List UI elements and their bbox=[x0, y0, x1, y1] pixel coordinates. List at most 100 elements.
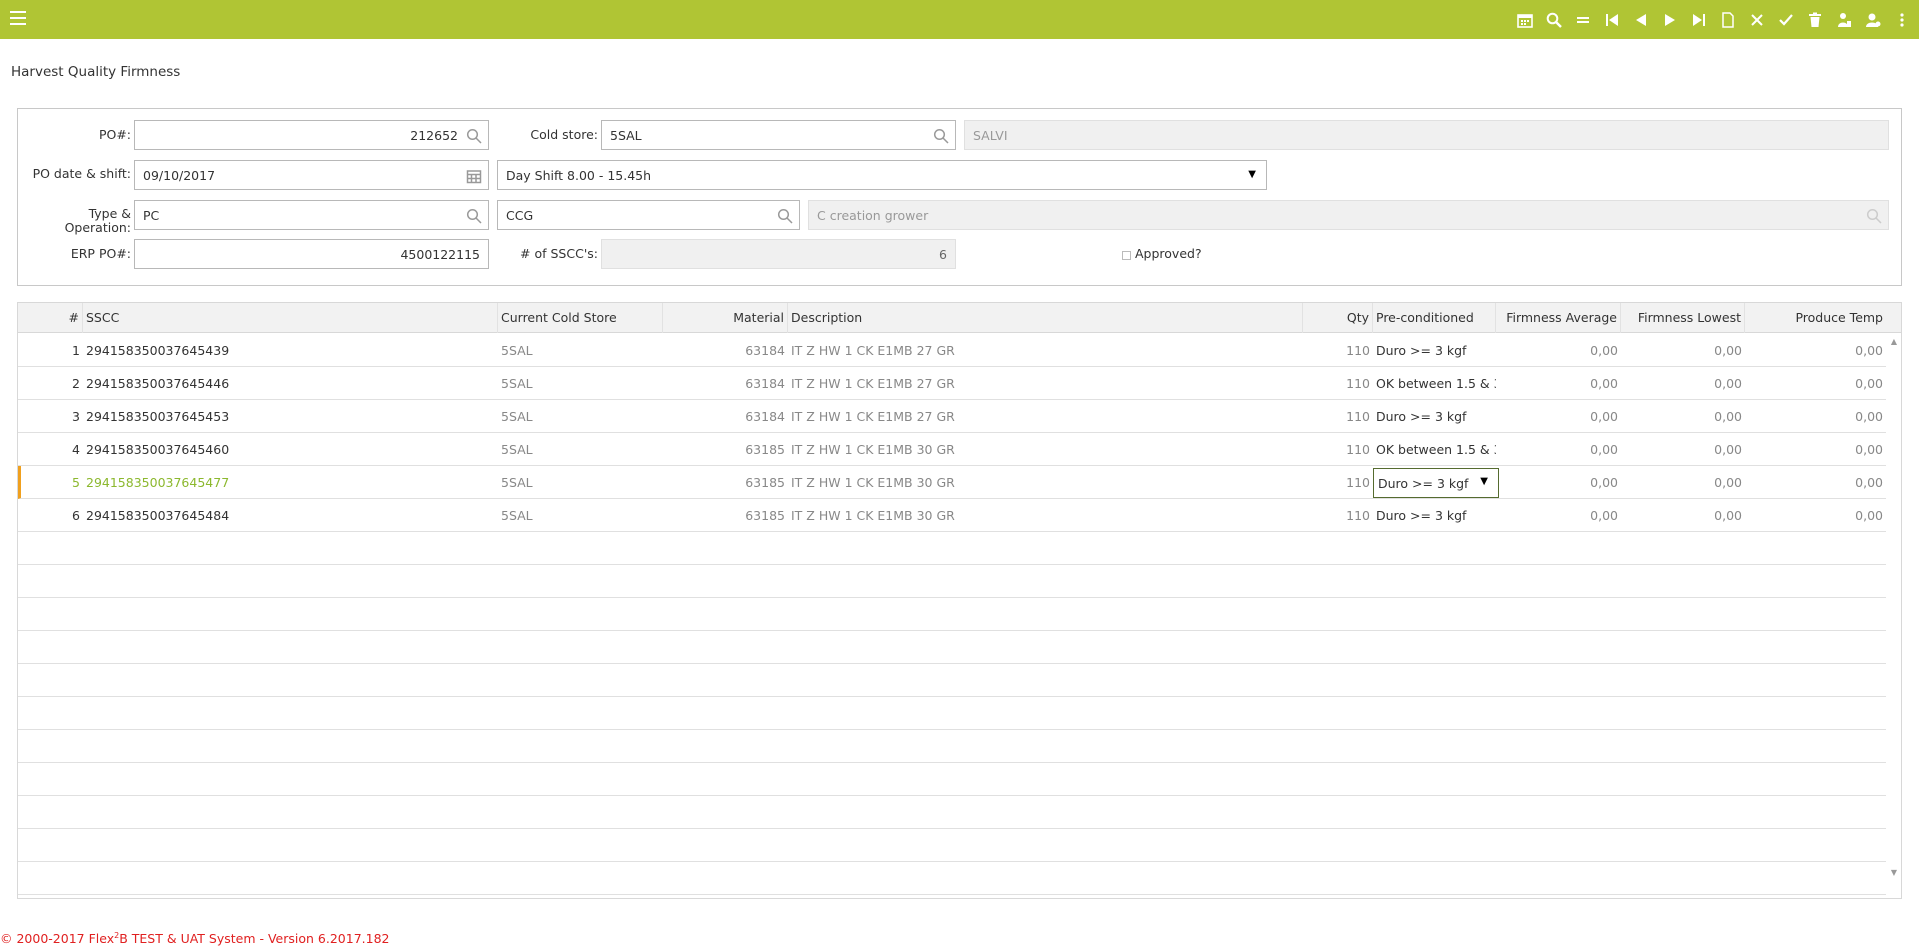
cell-sscc[interactable]: 294158350037645453 bbox=[83, 400, 498, 433]
cell-num[interactable]: 2 bbox=[18, 367, 83, 400]
cell-material[interactable]: 63185 bbox=[663, 466, 788, 499]
table-row[interactable]: 6 294158350037645484 5SAL 63185 IT Z HW 1 CK… bbox=[18, 499, 1886, 532]
cell-num[interactable]: 5 bbox=[18, 466, 83, 499]
cell-firmness-average[interactable]: 0,00 bbox=[1496, 466, 1621, 499]
cell-firmness-average[interactable]: 0,00 bbox=[1496, 499, 1621, 532]
next-record-icon[interactable] bbox=[1658, 8, 1681, 32]
cell-description[interactable]: IT Z HW 1 CK E1MB 27 GR bbox=[788, 367, 1303, 400]
cell-qty[interactable]: 110 bbox=[1303, 400, 1373, 433]
cell-sscc[interactable]: 294158350037645446 bbox=[83, 367, 498, 400]
calendar-icon[interactable] bbox=[466, 168, 482, 184]
col-header-preconditioned[interactable]: Pre-conditioned bbox=[1373, 303, 1496, 333]
cell-num[interactable]: 6 bbox=[18, 499, 83, 532]
erp-po-field[interactable]: 4500122115 bbox=[134, 239, 489, 269]
table-row[interactable]: 5 294158350037645477 5SAL 63185 IT Z HW 1 CK… bbox=[18, 466, 1886, 499]
cell-preconditioned[interactable]: Duro >= 3 kgf bbox=[1373, 499, 1496, 532]
col-header-firmness-average[interactable]: Firmness Average bbox=[1496, 303, 1621, 333]
cell-description[interactable]: IT Z HW 1 CK E1MB 27 GR bbox=[788, 334, 1303, 367]
approved-checkbox[interactable] bbox=[1122, 251, 1131, 260]
more-vertical-icon[interactable] bbox=[1890, 8, 1913, 32]
cell-firmness-lowest[interactable]: 0,00 bbox=[1621, 466, 1745, 499]
user-settings-icon[interactable] bbox=[1861, 8, 1884, 32]
col-header-cold-store[interactable]: Current Cold Store bbox=[498, 303, 663, 333]
cold-store-field[interactable]: 5SAL bbox=[601, 120, 956, 150]
cell-material[interactable]: 63185 bbox=[663, 433, 788, 466]
cell-sscc[interactable]: 294158350037645477 bbox=[83, 466, 498, 499]
cell-firmness-lowest[interactable]: 0,00 bbox=[1621, 433, 1745, 466]
cell-preconditioned[interactable]: OK between 1.5 & 3 bbox=[1373, 433, 1496, 466]
search-icon[interactable] bbox=[777, 208, 793, 224]
search-icon[interactable] bbox=[466, 208, 482, 224]
cell-cold-store[interactable]: 5SAL bbox=[498, 466, 663, 499]
cell-produce-temp[interactable]: 0,00 bbox=[1745, 433, 1886, 466]
cell-produce-temp[interactable]: 0,00 bbox=[1745, 367, 1886, 400]
cell-sscc[interactable]: 294158350037645460 bbox=[83, 433, 498, 466]
cell-cold-store[interactable]: 5SAL bbox=[498, 499, 663, 532]
cell-material[interactable]: 63184 bbox=[663, 367, 788, 400]
cell-material[interactable]: 63185 bbox=[663, 499, 788, 532]
shift-select[interactable]: Day Shift 8.00 - 15.45h ▼ bbox=[497, 160, 1267, 190]
col-header-description[interactable]: Description bbox=[788, 303, 1303, 333]
cell-qty[interactable]: 110 bbox=[1303, 334, 1373, 367]
col-header-produce-temp[interactable]: Produce Temp bbox=[1745, 303, 1901, 333]
table-row[interactable]: 3 294158350037645453 5SAL 63184 IT Z HW 1 CK… bbox=[18, 400, 1886, 433]
cell-firmness-lowest[interactable]: 0,00 bbox=[1621, 367, 1745, 400]
calendar-icon[interactable] bbox=[1513, 8, 1536, 32]
cell-sscc[interactable]: 294158350037645484 bbox=[83, 499, 498, 532]
col-header-material[interactable]: Material bbox=[663, 303, 788, 333]
cell-produce-temp[interactable]: 0,00 bbox=[1745, 499, 1886, 532]
po-date-field[interactable]: 09/10/2017 bbox=[134, 160, 489, 190]
cell-preconditioned[interactable]: Duro >= 3 kgf bbox=[1373, 334, 1496, 367]
cell-preconditioned[interactable]: OK between 1.5 & 3 bbox=[1373, 367, 1496, 400]
preconditioned-select[interactable]: Duro >= 3 kgf ▼ bbox=[1373, 468, 1499, 498]
last-record-icon[interactable] bbox=[1687, 8, 1710, 32]
cell-cold-store[interactable]: 5SAL bbox=[498, 433, 663, 466]
cell-description[interactable]: IT Z HW 1 CK E1MB 30 GR bbox=[788, 433, 1303, 466]
cell-qty[interactable]: 110 bbox=[1303, 466, 1373, 499]
cell-firmness-average[interactable]: 0,00 bbox=[1496, 334, 1621, 367]
cell-description[interactable]: IT Z HW 1 CK E1MB 27 GR bbox=[788, 400, 1303, 433]
col-header-firmness-lowest[interactable]: Firmness Lowest bbox=[1621, 303, 1745, 333]
cell-num[interactable]: 3 bbox=[18, 400, 83, 433]
cell-firmness-lowest[interactable]: 0,00 bbox=[1621, 400, 1745, 433]
col-header-sscc[interactable]: SSCC bbox=[83, 303, 498, 333]
cancel-icon[interactable] bbox=[1745, 8, 1768, 32]
cell-firmness-lowest[interactable]: 0,00 bbox=[1621, 499, 1745, 532]
cell-qty[interactable]: 110 bbox=[1303, 367, 1373, 400]
equals-icon[interactable] bbox=[1571, 8, 1594, 32]
previous-record-icon[interactable] bbox=[1629, 8, 1652, 32]
operation-field[interactable]: CCG bbox=[497, 200, 800, 230]
table-row[interactable]: 2 294158350037645446 5SAL 63184 IT Z HW 1 CK… bbox=[18, 367, 1886, 400]
cell-produce-temp[interactable]: 0,00 bbox=[1745, 334, 1886, 367]
cell-produce-temp[interactable]: 0,00 bbox=[1745, 400, 1886, 433]
cell-firmness-average[interactable]: 0,00 bbox=[1496, 400, 1621, 433]
col-header-qty[interactable]: Qty bbox=[1303, 303, 1373, 333]
table-row[interactable]: 1 294158350037645439 5SAL 63184 IT Z HW 1 CK… bbox=[18, 334, 1886, 367]
table-row[interactable]: 4 294158350037645460 5SAL 63185 IT Z HW 1 CK… bbox=[18, 433, 1886, 466]
cell-firmness-lowest[interactable]: 0,00 bbox=[1621, 334, 1745, 367]
cell-preconditioned[interactable]: Duro >= 3 kgf bbox=[1373, 400, 1496, 433]
confirm-icon[interactable] bbox=[1774, 8, 1797, 32]
cell-description[interactable]: IT Z HW 1 CK E1MB 30 GR bbox=[788, 466, 1303, 499]
cell-produce-temp[interactable]: 0,00 bbox=[1745, 466, 1886, 499]
cell-num[interactable]: 1 bbox=[18, 334, 83, 367]
cell-cold-store[interactable]: 5SAL bbox=[498, 334, 663, 367]
cell-material[interactable]: 63184 bbox=[663, 334, 788, 367]
search-icon[interactable] bbox=[933, 128, 949, 144]
cell-firmness-average[interactable]: 0,00 bbox=[1496, 367, 1621, 400]
scroll-down-icon[interactable]: ▼ bbox=[1891, 868, 1897, 877]
user-icon[interactable] bbox=[1832, 8, 1855, 32]
search-icon[interactable] bbox=[1542, 8, 1565, 32]
scroll-up-icon[interactable]: ▲ bbox=[1891, 337, 1897, 346]
type-field[interactable]: PC bbox=[134, 200, 489, 230]
cell-qty[interactable]: 110 bbox=[1303, 499, 1373, 532]
search-icon[interactable] bbox=[1866, 208, 1882, 224]
search-icon[interactable] bbox=[466, 128, 482, 144]
po-field[interactable]: 212652 bbox=[134, 120, 489, 150]
cell-qty[interactable]: 110 bbox=[1303, 433, 1373, 466]
cell-cold-store[interactable]: 5SAL bbox=[498, 400, 663, 433]
cell-material[interactable]: 63184 bbox=[663, 400, 788, 433]
cell-description[interactable]: IT Z HW 1 CK E1MB 30 GR bbox=[788, 499, 1303, 532]
cell-cold-store[interactable]: 5SAL bbox=[498, 367, 663, 400]
cell-sscc[interactable]: 294158350037645439 bbox=[83, 334, 498, 367]
